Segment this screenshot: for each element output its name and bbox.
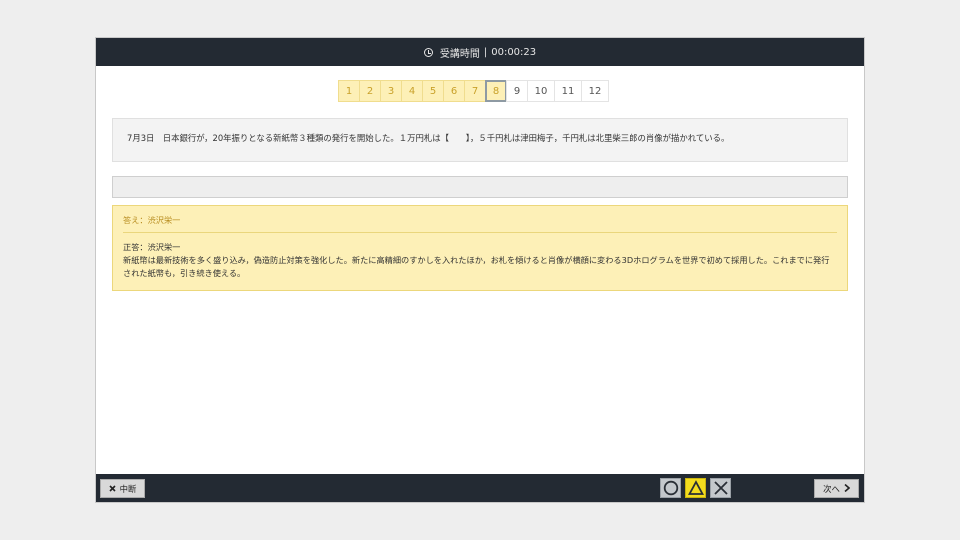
page-button-6[interactable]: 6 (443, 80, 465, 102)
top-bar: 受講時間 | 00:00:23 (96, 38, 864, 66)
answer-input[interactable] (112, 176, 848, 198)
mark-circle-button[interactable] (660, 478, 681, 498)
pause-label: 中断 (119, 483, 137, 494)
answer-explanation: 新紙幣は最新技術を多く盛り込み，偽造防止対策を強化した。新たに高精細のすかしを入… (123, 255, 830, 278)
cross-icon (713, 481, 728, 495)
question-text: 7月3日 日本銀行が，20年振りとなる新紙幣３種類の発行を開始した。１万円札は【… (112, 118, 848, 162)
page-button-1[interactable]: 1 (338, 80, 360, 102)
correct-answer: 正答：渋沢栄一 (123, 242, 181, 252)
answer-body: 正答：渋沢栄一 新紙幣は最新技術を多く盛り込み，偽造防止対策を強化した。新たに高… (123, 241, 837, 280)
page-button-12[interactable]: 12 (581, 80, 609, 102)
chevron-right-icon (844, 483, 851, 494)
circle-icon (663, 480, 678, 496)
page-button-5[interactable]: 5 (422, 80, 444, 102)
answer-panel: 答え：渋沢栄一 正答：渋沢栄一 新紙幣は最新技術を多く盛り込み，偽造防止対策を強… (112, 205, 848, 291)
close-icon (109, 484, 116, 494)
elapsed-time-label: 受講時間 (439, 48, 480, 60)
answer-heading: 答え：渋沢栄一 (123, 214, 837, 233)
page-button-4[interactable]: 4 (401, 80, 423, 102)
next-label: 次へ (823, 483, 840, 494)
page-button-2[interactable]: 2 (359, 80, 381, 102)
next-button[interactable]: 次へ (814, 479, 859, 498)
pause-button[interactable]: 中断 (100, 479, 145, 498)
triangle-icon (687, 480, 704, 495)
page-button-11[interactable]: 11 (554, 80, 582, 102)
elapsed-time-value: 00:00:23 (491, 46, 537, 58)
page-button-3[interactable]: 3 (380, 80, 402, 102)
bottom-bar: 中断 次へ (96, 474, 864, 502)
mark-cross-button[interactable] (710, 478, 731, 498)
question-pager: 1 2 3 4 5 6 7 8 9 10 11 12 (338, 80, 609, 102)
quiz-window: 受講時間 | 00:00:23 1 2 3 4 5 6 7 8 9 10 11 … (95, 37, 865, 503)
page-button-10[interactable]: 10 (527, 80, 555, 102)
mark-triangle-button[interactable] (685, 478, 706, 498)
page-button-9[interactable]: 9 (506, 80, 528, 102)
page-button-7[interactable]: 7 (464, 80, 486, 102)
mark-group (660, 478, 731, 498)
elapsed-time-separator: | (483, 46, 488, 58)
clock-icon (423, 47, 433, 57)
page-button-8-current[interactable]: 8 (485, 80, 507, 102)
